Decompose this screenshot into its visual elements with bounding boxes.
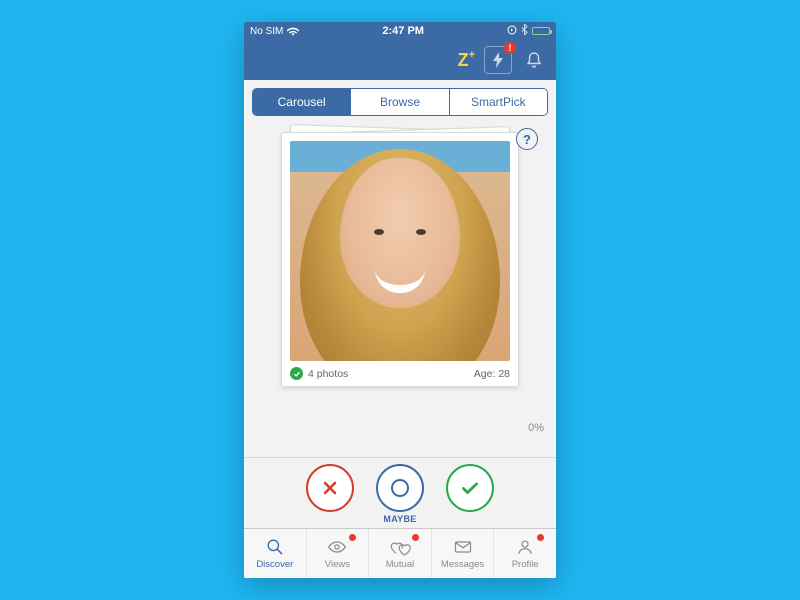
- card-footer: 4 photos Age: 28: [290, 361, 510, 380]
- maybe-label: MAYBE: [383, 514, 416, 524]
- notifications-button[interactable]: [522, 46, 546, 74]
- tab-messages-label: Messages: [441, 559, 484, 570]
- boost-badge: !: [504, 42, 516, 54]
- phone-frame: No SIM 2:47 PM Z+ !: [244, 22, 556, 578]
- x-icon: [319, 477, 341, 499]
- reject-button[interactable]: [306, 464, 354, 512]
- tab-profile[interactable]: Profile: [493, 529, 556, 578]
- tab-views-label: Views: [325, 559, 350, 570]
- person-icon: [514, 537, 536, 557]
- tab-mutual[interactable]: Mutual: [368, 529, 431, 578]
- bluetooth-icon: [521, 24, 528, 38]
- battery-icon: [532, 27, 550, 35]
- seg-smartpick-label: SmartPick: [471, 95, 526, 109]
- seg-browse-label: Browse: [380, 95, 420, 109]
- card-area: ? 4 photos Age: 2: [244, 124, 556, 457]
- badge-dot: [349, 534, 356, 541]
- check-icon: [458, 476, 482, 500]
- badge-dot: [412, 534, 419, 541]
- tab-mutual-label: Mutual: [386, 559, 415, 570]
- seg-carousel[interactable]: Carousel: [253, 89, 350, 115]
- eye-icon: [326, 537, 348, 557]
- do-not-track-icon: [507, 25, 517, 38]
- seg-carousel-label: Carousel: [278, 95, 326, 109]
- ring-icon: [391, 479, 409, 497]
- tab-profile-label: Profile: [512, 559, 539, 570]
- help-button[interactable]: ?: [516, 128, 538, 150]
- segmented-control-bar: Carousel Browse SmartPick: [244, 80, 556, 124]
- seg-browse[interactable]: Browse: [350, 89, 448, 115]
- tab-messages[interactable]: Messages: [431, 529, 494, 578]
- photos-count-badge: 4 photos: [290, 367, 348, 380]
- wifi-icon: [287, 27, 299, 36]
- navbar: Z+ !: [244, 40, 556, 80]
- envelope-icon: [452, 537, 474, 557]
- help-icon: ?: [523, 132, 531, 147]
- boost-button[interactable]: !: [484, 46, 512, 74]
- action-bar: MAYBE: [244, 457, 556, 528]
- carrier-text: No SIM: [250, 26, 283, 37]
- seg-smartpick[interactable]: SmartPick: [449, 89, 547, 115]
- profile-card[interactable]: 4 photos Age: 28: [281, 132, 519, 387]
- tab-views[interactable]: Views: [306, 529, 369, 578]
- badge-dot: [537, 534, 544, 541]
- app-logo: Z+: [458, 50, 474, 71]
- segmented-control: Carousel Browse SmartPick: [252, 88, 548, 116]
- maybe-button[interactable]: MAYBE: [376, 464, 424, 524]
- tab-discover[interactable]: Discover: [244, 529, 306, 578]
- hearts-icon: [389, 537, 411, 557]
- profile-photo[interactable]: [290, 141, 510, 361]
- status-bar: No SIM 2:47 PM: [244, 22, 556, 40]
- card-stack: 4 photos Age: 28: [281, 132, 519, 387]
- tab-discover-label: Discover: [256, 559, 293, 570]
- photos-count-text: 4 photos: [308, 368, 348, 380]
- progress-percent: 0%: [528, 422, 544, 434]
- tab-bar: Discover Views Mutual Messages Profile: [244, 528, 556, 578]
- logo-letter: Z: [458, 50, 468, 71]
- like-button[interactable]: [446, 464, 494, 512]
- verified-check-icon: [290, 367, 303, 380]
- magnifier-icon: [264, 537, 286, 557]
- logo-plus: +: [469, 49, 474, 61]
- age-label: Age: 28: [474, 368, 510, 380]
- status-time: 2:47 PM: [382, 25, 424, 37]
